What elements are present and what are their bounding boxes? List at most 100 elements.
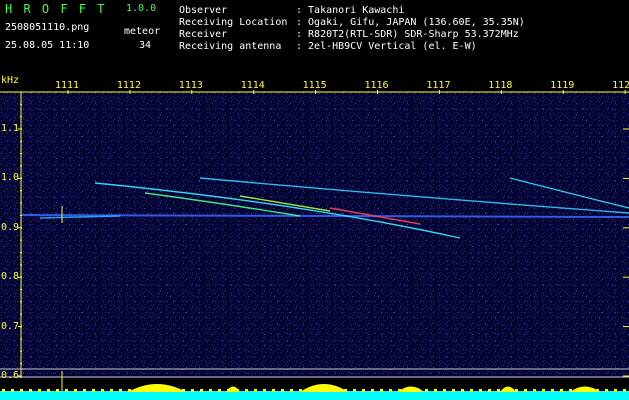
power-speck: [236, 389, 239, 392]
power-speck: [479, 389, 482, 392]
power-speck: [317, 389, 320, 392]
power-speck: [272, 389, 275, 392]
power-speck: [173, 389, 176, 392]
power-speck: [416, 389, 419, 392]
power-speck: [164, 389, 167, 392]
spectrogram: 1111 1112 1113 1114 1115 1116 1117 1118 1119 1120…: [0, 75, 629, 400]
y-tick-label: 0.9: [1, 221, 20, 233]
power-speck: [362, 389, 365, 392]
power-speck: [101, 389, 104, 392]
power-speck: [389, 389, 392, 392]
x-tick-label: 1116: [364, 80, 389, 91]
power-speck: [65, 389, 68, 392]
power-speck: [623, 389, 626, 392]
power-speck: [299, 389, 302, 392]
power-speck: [497, 389, 500, 392]
x-tick-label: 1112: [116, 80, 141, 91]
power-speck: [38, 389, 41, 392]
power-bump: [398, 386, 424, 392]
power-speck: [20, 389, 23, 392]
power-speck: [263, 389, 266, 392]
power-speck: [407, 389, 410, 392]
power-speck: [308, 389, 311, 392]
y-tick-label: 0.6: [1, 370, 20, 381]
power-speck: [533, 389, 536, 392]
power-speck: [119, 389, 122, 392]
x-tick-label: 1119: [550, 80, 575, 91]
power-speck: [506, 389, 509, 392]
datetime-label: 25.08.05 11:10: [5, 40, 90, 51]
y-tick-label: 1.1: [1, 123, 20, 134]
power-speck: [128, 389, 131, 392]
power-speck: [209, 389, 212, 392]
x-tick-label: 1117: [426, 80, 451, 91]
power-speck: [551, 389, 554, 392]
power-speck: [488, 389, 491, 392]
info-value-observer: : Takanori Kawachi: [296, 5, 405, 16]
power-speck: [524, 389, 527, 392]
power-speck: [515, 389, 518, 392]
baseline-band: [0, 391, 629, 400]
info-value-receiver: : R820T2(RTL-SDR) SDR-Sharp 53.372MHz: [296, 29, 519, 40]
info-label-receiver: Receiver: [179, 29, 228, 40]
power-speck: [155, 389, 158, 392]
power-speck: [56, 389, 59, 392]
y-tick-label: 1.0: [1, 172, 20, 184]
x-tick-label: 1118: [488, 80, 513, 91]
power-speck: [290, 389, 293, 392]
info-value-location: : Ogaki, Gifu, JAPAN (136.60E, 35.35N): [296, 17, 525, 28]
y-tick-label: 0.8: [1, 271, 20, 283]
power-speck: [83, 389, 86, 392]
power-speck: [578, 389, 581, 392]
info-label-antenna: Receiving antenna: [179, 41, 282, 52]
app-version: 1.0.0: [126, 3, 157, 14]
meteor-count: 34: [139, 40, 152, 51]
power-speck: [227, 389, 230, 392]
power-speck: [200, 389, 203, 392]
meteor-label: meteor: [124, 26, 161, 37]
power-speck: [443, 389, 446, 392]
power-speck: [542, 389, 545, 392]
app-title: H R O F F T: [5, 2, 107, 16]
power-speck: [434, 389, 437, 392]
power-speck: [470, 389, 473, 392]
info-label-location: Receiving Location: [179, 17, 288, 28]
power-speck: [2, 389, 5, 392]
power-speck: [218, 389, 221, 392]
power-speck: [29, 389, 32, 392]
power-speck: [560, 389, 563, 392]
power-speck: [245, 389, 248, 392]
power-speck: [11, 389, 14, 392]
filename-label: 2508051110.png: [5, 22, 90, 33]
power-speck: [353, 389, 356, 392]
x-tick-label: 1120: [612, 80, 629, 91]
power-speck: [74, 389, 77, 392]
y-unit-label: kHz: [1, 75, 20, 86]
power-speck: [398, 389, 401, 392]
info-label-observer: Observer: [179, 5, 228, 16]
power-speck: [182, 389, 185, 392]
power-bump: [300, 384, 348, 392]
power-bump: [570, 386, 600, 392]
power-speck: [461, 389, 464, 392]
power-speck: [452, 389, 455, 392]
x-tick-label: 1111: [55, 80, 80, 91]
power-speck: [425, 389, 428, 392]
power-speck: [569, 389, 572, 392]
power-speck: [587, 389, 590, 392]
power-speck: [281, 389, 284, 392]
power-speck: [191, 389, 194, 392]
x-tick-label: 1115: [302, 80, 327, 91]
x-tick-label: 1114: [240, 80, 265, 91]
power-speck: [596, 389, 599, 392]
y-tick-label: 0.7: [1, 320, 20, 332]
power-speck: [254, 389, 257, 392]
power-speck: [371, 389, 374, 392]
power-speck: [380, 389, 383, 392]
power-speck: [47, 389, 50, 392]
power-speck: [335, 389, 338, 392]
power-speck: [146, 389, 149, 392]
info-value-antenna: : 2el-HB9CV Vertical (el. E-W): [296, 41, 477, 52]
power-speck: [326, 389, 329, 392]
power-speck: [92, 389, 95, 392]
